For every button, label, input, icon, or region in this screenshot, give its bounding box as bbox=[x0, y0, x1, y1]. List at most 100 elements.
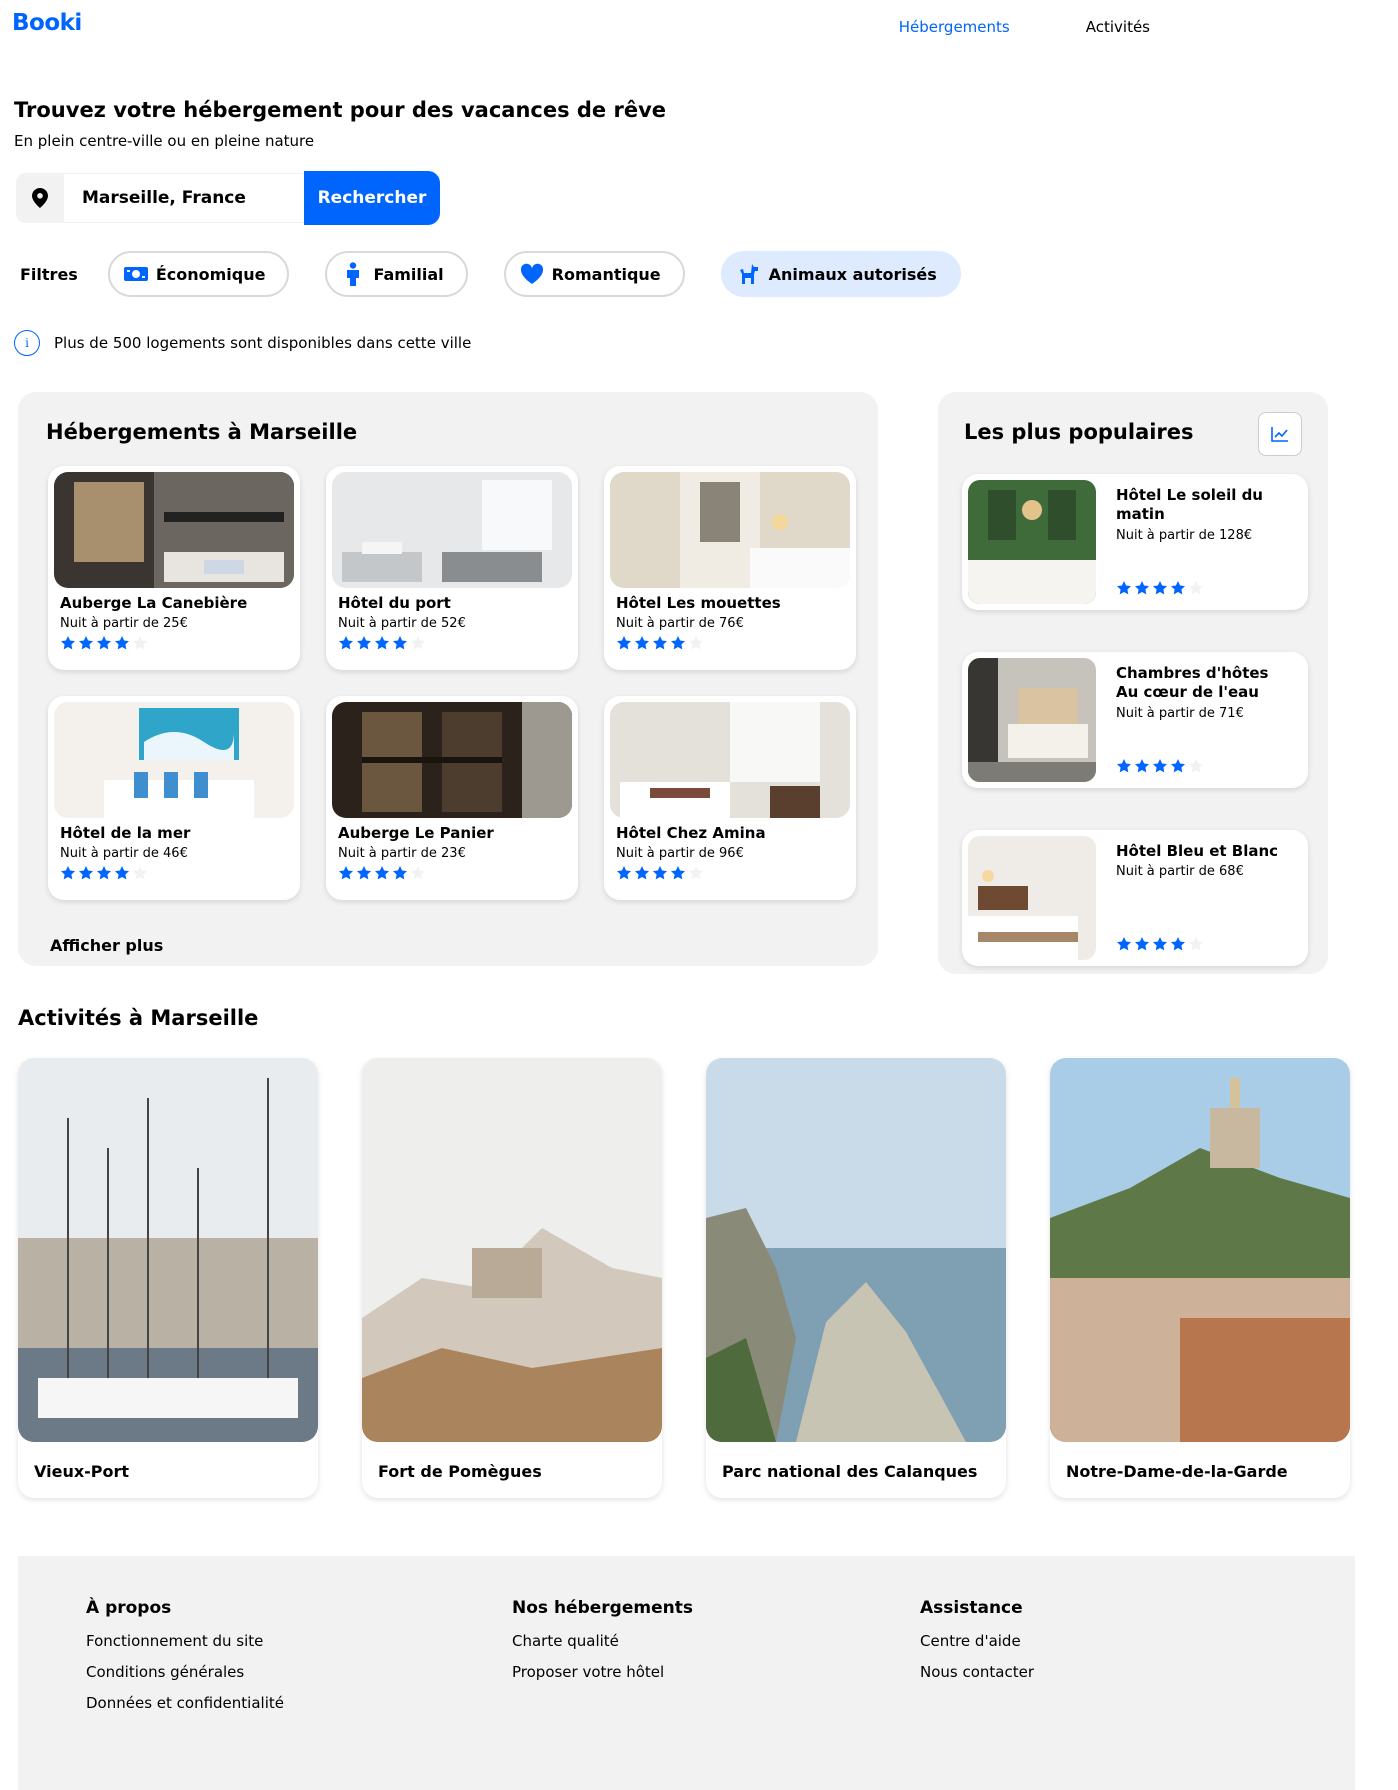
hebergement-card[interactable]: Hôtel Les mouettes Nuit à partir de 76€ bbox=[604, 466, 856, 670]
star-icon bbox=[1135, 759, 1149, 773]
star-icon bbox=[115, 866, 129, 880]
footer-link[interactable]: Données et confidentialité bbox=[86, 1694, 284, 1712]
hebergements-section: Hébergements à Marseille Auberge La Cane… bbox=[18, 392, 878, 966]
filter-economique[interactable]: Économique bbox=[107, 251, 290, 297]
filters-bar: Filtres Économique Familial Romantique A… bbox=[12, 244, 997, 304]
rating-stars bbox=[616, 635, 856, 651]
hebergement-card[interactable]: Hôtel Chez Amina Nuit à partir de 96€ bbox=[604, 696, 856, 900]
star-icon bbox=[653, 636, 667, 650]
activity-card[interactable]: Fort de Pomègues bbox=[362, 1058, 662, 1498]
hotel-price: Nuit à partir de 25€ bbox=[60, 616, 188, 631]
activity-photo bbox=[18, 1058, 318, 1442]
filter-familial[interactable]: Familial bbox=[325, 251, 468, 297]
star-icon bbox=[375, 636, 389, 650]
star-icon bbox=[1171, 937, 1185, 951]
rating-stars bbox=[1116, 758, 1204, 774]
star-icon bbox=[133, 866, 147, 880]
rating-stars bbox=[338, 865, 578, 881]
nav-activites[interactable]: Activités bbox=[1078, 14, 1158, 40]
hotel-photo bbox=[54, 702, 294, 818]
star-icon bbox=[635, 636, 649, 650]
page-subtitle: En plein centre-ville ou en pleine natur… bbox=[14, 132, 315, 150]
activity-photo bbox=[1050, 1058, 1350, 1442]
footer-column-apropos: À propos Fonctionnement du site Conditio… bbox=[80, 1598, 284, 1725]
info-text: Plus de 500 logements sont disponibles d… bbox=[54, 334, 472, 352]
star-icon bbox=[671, 636, 685, 650]
rating-stars bbox=[1116, 936, 1204, 952]
hotel-name: Hôtel Les mouettes bbox=[616, 594, 781, 612]
star-icon bbox=[1117, 759, 1131, 773]
footer-heading: Assistance bbox=[920, 1598, 1023, 1618]
filter-label: Animaux autorisés bbox=[768, 264, 937, 284]
star-icon bbox=[689, 866, 703, 880]
booki-logo[interactable]: Booki bbox=[12, 10, 82, 36]
star-icon bbox=[339, 866, 353, 880]
nav-hebergements[interactable]: Hébergements bbox=[891, 14, 1018, 40]
rating-stars bbox=[616, 865, 856, 881]
hebergement-card[interactable]: Hôtel du port Nuit à partir de 52€ bbox=[326, 466, 578, 670]
hebergement-card[interactable]: Auberge La Canebière Nuit à partir de 25… bbox=[48, 466, 300, 670]
footer-link[interactable]: Fonctionnement du site bbox=[86, 1632, 284, 1650]
rating-stars bbox=[60, 635, 300, 651]
star-icon bbox=[79, 866, 93, 880]
hotel-name: Hôtel Chez Amina bbox=[616, 824, 766, 842]
popular-card[interactable]: Chambres d'hôtes Au cœur de l'eau Nuit à… bbox=[962, 652, 1308, 788]
rating-stars bbox=[1116, 580, 1204, 596]
activity-label: Vieux-Port bbox=[34, 1462, 130, 1481]
rating-stars bbox=[338, 635, 578, 651]
star-icon bbox=[97, 866, 111, 880]
star-icon bbox=[635, 866, 649, 880]
filter-label: Familial bbox=[373, 264, 444, 284]
search-button[interactable]: Rechercher bbox=[304, 171, 440, 225]
hotel-name: Hôtel Bleu et Blanc bbox=[1116, 842, 1279, 860]
hebergement-card[interactable]: Hôtel de la mer Nuit à partir de 46€ bbox=[48, 696, 300, 900]
search-input[interactable] bbox=[64, 173, 304, 223]
footer-link[interactable]: Proposer votre hôtel bbox=[512, 1663, 693, 1681]
footer-link[interactable]: Nous contacter bbox=[920, 1663, 1034, 1681]
search-bar: Rechercher bbox=[16, 170, 466, 226]
star-icon bbox=[1153, 937, 1167, 951]
hebergement-card[interactable]: Auberge Le Panier Nuit à partir de 23€ bbox=[326, 696, 578, 900]
footer-link[interactable]: Charte qualité bbox=[512, 1632, 693, 1650]
hotel-photo bbox=[610, 702, 850, 818]
filter-label: Économique bbox=[155, 264, 266, 284]
star-icon bbox=[1189, 581, 1203, 595]
hotel-name: Chambres d'hôtes Au cœur de l'eau bbox=[1116, 664, 1269, 701]
star-icon bbox=[411, 866, 425, 880]
star-icon bbox=[357, 636, 371, 650]
hotel-name: Auberge Le Panier bbox=[338, 824, 494, 842]
hotel-photo bbox=[610, 472, 850, 588]
footer-link[interactable]: Centre d'aide bbox=[920, 1632, 1034, 1650]
footer-heading: Nos hébergements bbox=[512, 1598, 693, 1618]
hotel-price: Nuit à partir de 128€ bbox=[1116, 528, 1253, 543]
filter-label: Romantique bbox=[551, 264, 661, 284]
star-icon bbox=[1117, 937, 1131, 951]
filter-animaux[interactable]: Animaux autorisés bbox=[720, 251, 961, 297]
star-icon bbox=[411, 636, 425, 650]
hotel-photo bbox=[968, 836, 1096, 960]
footer-column-hebergements: Nos hébergements Charte qualité Proposer… bbox=[506, 1598, 693, 1694]
show-more-link[interactable]: Afficher plus bbox=[50, 936, 163, 955]
activity-card[interactable]: Parc national des Calanques bbox=[706, 1058, 1006, 1498]
popular-card[interactable]: Hôtel Le soleil du matin Nuit à partir d… bbox=[962, 474, 1308, 610]
dog-icon bbox=[735, 260, 763, 288]
activity-label: Fort de Pomègues bbox=[378, 1462, 542, 1481]
heart-icon bbox=[518, 260, 546, 288]
populaires-section: Les plus populaires Hôtel Le soleil du m… bbox=[938, 392, 1328, 974]
star-icon bbox=[115, 636, 129, 650]
star-icon bbox=[79, 636, 93, 650]
activity-card[interactable]: Vieux-Port bbox=[18, 1058, 318, 1498]
activity-card[interactable]: Notre-Dame-de-la-Garde bbox=[1050, 1058, 1350, 1498]
star-icon bbox=[375, 866, 389, 880]
footer-link[interactable]: Conditions générales bbox=[86, 1663, 284, 1681]
trend-chart-icon[interactable] bbox=[1258, 412, 1302, 456]
filters-label: Filtres bbox=[20, 264, 78, 284]
hotel-price: Nuit à partir de 68€ bbox=[1116, 864, 1244, 879]
hotel-name: Hôtel Le soleil du matin bbox=[1116, 486, 1263, 523]
filter-romantique[interactable]: Romantique bbox=[503, 251, 685, 297]
main-nav: Hébergements Activités bbox=[891, 14, 1158, 40]
page-title: Trouvez votre hébergement pour des vacan… bbox=[14, 98, 667, 122]
hotel-price: Nuit à partir de 96€ bbox=[616, 846, 744, 861]
star-icon bbox=[61, 636, 75, 650]
popular-card[interactable]: Hôtel Bleu et Blanc Nuit à partir de 68€ bbox=[962, 830, 1308, 966]
